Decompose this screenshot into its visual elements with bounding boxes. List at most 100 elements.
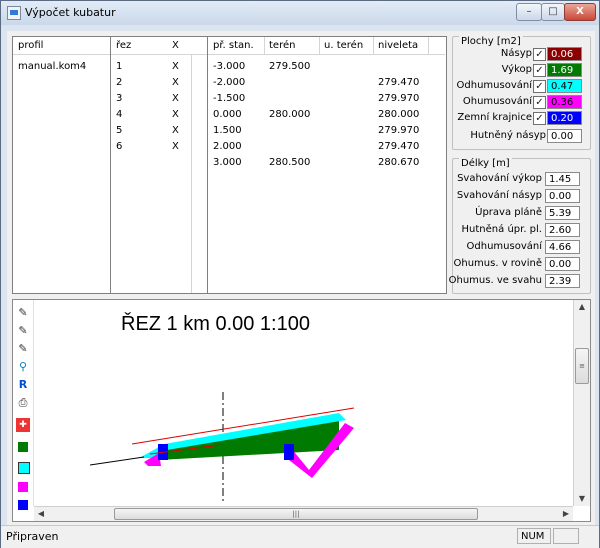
header-divider bbox=[264, 37, 265, 54]
sections-column: řez X 1 X 2 X 3 X 4 X 5 X 6 X bbox=[111, 37, 208, 293]
print-icon[interactable]: ⎙ bbox=[16, 396, 30, 410]
cross-section-canvas[interactable]: ✎ ✎ ✎ ⚲ R ⎙ ✚ ŘEZ 1 km 0.00 1:100 ▲ ≡ ▼ … bbox=[12, 299, 591, 522]
length-label: Ohumus. v rovině bbox=[453, 258, 543, 269]
scroll-right-icon[interactable]: ▶ bbox=[559, 507, 573, 521]
section-number: 3 bbox=[116, 93, 123, 104]
maximize-button[interactable]: □ bbox=[541, 3, 565, 21]
section-mark: X bbox=[172, 93, 179, 104]
shoulder-right bbox=[284, 444, 294, 460]
length-value: 4.66 bbox=[545, 240, 580, 254]
section-mark: X bbox=[172, 141, 179, 152]
sections-header: řez X bbox=[111, 37, 207, 55]
cell-grade-line: 279.970 bbox=[378, 93, 420, 104]
area-checkbox[interactable]: ✓ bbox=[533, 80, 546, 93]
section-number: 1 bbox=[116, 61, 123, 72]
area-checkbox[interactable]: ✓ bbox=[533, 64, 546, 77]
column-divider bbox=[191, 54, 192, 293]
length-label: Ohumus. ve svahu bbox=[448, 275, 542, 286]
area-value: 0.20 bbox=[547, 111, 582, 125]
profile-column: profil manual.kom4 bbox=[13, 37, 111, 293]
strip-color-icon[interactable] bbox=[18, 462, 30, 474]
area-value: 0.06 bbox=[547, 47, 582, 61]
lengths-title: Délky [m] bbox=[459, 158, 512, 169]
header-upper-terrain: u. terén bbox=[324, 40, 364, 51]
app-icon bbox=[7, 6, 21, 20]
section-number: 6 bbox=[116, 141, 123, 152]
area-value: 0.47 bbox=[547, 79, 582, 93]
length-value: 5.39 bbox=[545, 206, 580, 220]
profile-item[interactable]: manual.kom4 bbox=[18, 61, 86, 72]
length-value: 2.39 bbox=[545, 274, 580, 288]
status-bar: Připraven NUM bbox=[1, 525, 599, 548]
points-header: př. stan. terén u. terén niveleta bbox=[208, 37, 445, 55]
scroll-down-icon[interactable]: ▼ bbox=[575, 492, 589, 506]
cross-section-drawing bbox=[89, 392, 355, 502]
cell-grade-line: 279.470 bbox=[378, 141, 420, 152]
sections-header-rez: řez bbox=[116, 40, 132, 51]
close-button[interactable]: X bbox=[564, 3, 596, 21]
cut-color-icon[interactable] bbox=[18, 442, 28, 452]
cell-station: 1.500 bbox=[213, 125, 242, 136]
minimize-button[interactable]: – bbox=[516, 3, 542, 21]
cell-terrain: 279.500 bbox=[269, 61, 311, 72]
length-label: Svahování výkop bbox=[457, 173, 542, 184]
section-mark: X bbox=[172, 125, 179, 136]
title-bar[interactable]: Výpočet kubatur – □ X bbox=[1, 1, 599, 25]
horizontal-scrollbar[interactable]: ◀ ||| ▶ bbox=[34, 506, 573, 521]
terrain-left bbox=[89, 456, 145, 466]
areas-title: Plochy [m2] bbox=[459, 36, 523, 47]
header-grade-line: niveleta bbox=[378, 40, 419, 51]
scroll-up-icon[interactable]: ▲ bbox=[575, 300, 589, 314]
lengths-group: Délky [m] Svahování výkop 1.45 Svahování… bbox=[448, 158, 591, 294]
glasses-tool-3-icon[interactable]: ✎ bbox=[16, 342, 30, 356]
length-value: 0.00 bbox=[545, 189, 580, 203]
horizontal-scroll-thumb[interactable]: ||| bbox=[114, 508, 478, 520]
area-value: 0.36 bbox=[547, 95, 582, 109]
drawing-toolbar: ✎ ✎ ✎ ⚲ R ⎙ ✚ bbox=[13, 300, 34, 510]
cell-terrain: 280.500 bbox=[269, 157, 311, 168]
stop-icon[interactable]: ✚ bbox=[16, 418, 30, 432]
glasses-tool-2-icon[interactable]: ✎ bbox=[16, 324, 30, 338]
window-title: Výpočet kubatur bbox=[25, 6, 116, 19]
status-text: Připraven bbox=[6, 530, 59, 543]
area-checkbox[interactable]: ✓ bbox=[533, 48, 546, 61]
scroll-left-icon[interactable]: ◀ bbox=[34, 507, 48, 521]
area-label: Zemní krajnice bbox=[457, 112, 532, 123]
cell-grade-line: 279.470 bbox=[378, 77, 420, 88]
cell-station: 3.000 bbox=[213, 157, 242, 168]
cell-station: 2.000 bbox=[213, 141, 242, 152]
profile-header: profil bbox=[13, 37, 110, 55]
section-mark: X bbox=[172, 61, 179, 72]
points-table: př. stan. terén u. terén niveleta -3.000… bbox=[208, 37, 445, 293]
area-checkbox[interactable]: ✓ bbox=[533, 112, 546, 125]
cell-terrain: 280.000 bbox=[269, 109, 311, 120]
area-label: Ohumusování bbox=[462, 96, 532, 107]
area-label: Výkop bbox=[501, 64, 532, 75]
vertical-scrollbar[interactable]: ▲ ≡ ▼ bbox=[573, 300, 590, 506]
area-checkbox[interactable]: ✓ bbox=[533, 96, 546, 109]
section-mark: X bbox=[172, 109, 179, 120]
length-value: 1.45 bbox=[545, 172, 580, 186]
topsoil-color-icon[interactable] bbox=[18, 482, 28, 492]
area-value: 0.00 bbox=[547, 129, 582, 143]
shoulder-color-icon[interactable] bbox=[18, 500, 28, 510]
header-divider bbox=[319, 37, 320, 54]
zoom-icon[interactable]: ⚲ bbox=[16, 360, 30, 374]
area-value: 1.69 bbox=[547, 63, 582, 77]
glasses-tool-icon[interactable]: ✎ bbox=[16, 306, 30, 320]
status-pane-empty bbox=[553, 528, 579, 544]
length-label: Odhumusování bbox=[466, 241, 542, 252]
cell-grade-line: 279.970 bbox=[378, 125, 420, 136]
cell-station: -2.000 bbox=[213, 77, 246, 88]
cell-grade-line: 280.000 bbox=[378, 109, 420, 120]
sections-header-x: X bbox=[172, 40, 179, 51]
vertical-scroll-thumb[interactable]: ≡ bbox=[575, 348, 589, 384]
header-divider bbox=[428, 37, 429, 54]
area-label: Násyp bbox=[500, 48, 532, 59]
cell-station: -1.500 bbox=[213, 93, 246, 104]
length-label: Svahování násyp bbox=[456, 190, 542, 201]
length-label: Hutněná úpr. pl. bbox=[461, 224, 542, 235]
redraw-icon[interactable]: R bbox=[16, 378, 30, 392]
length-value: 2.60 bbox=[545, 223, 580, 237]
header-station: př. stan. bbox=[213, 40, 254, 51]
